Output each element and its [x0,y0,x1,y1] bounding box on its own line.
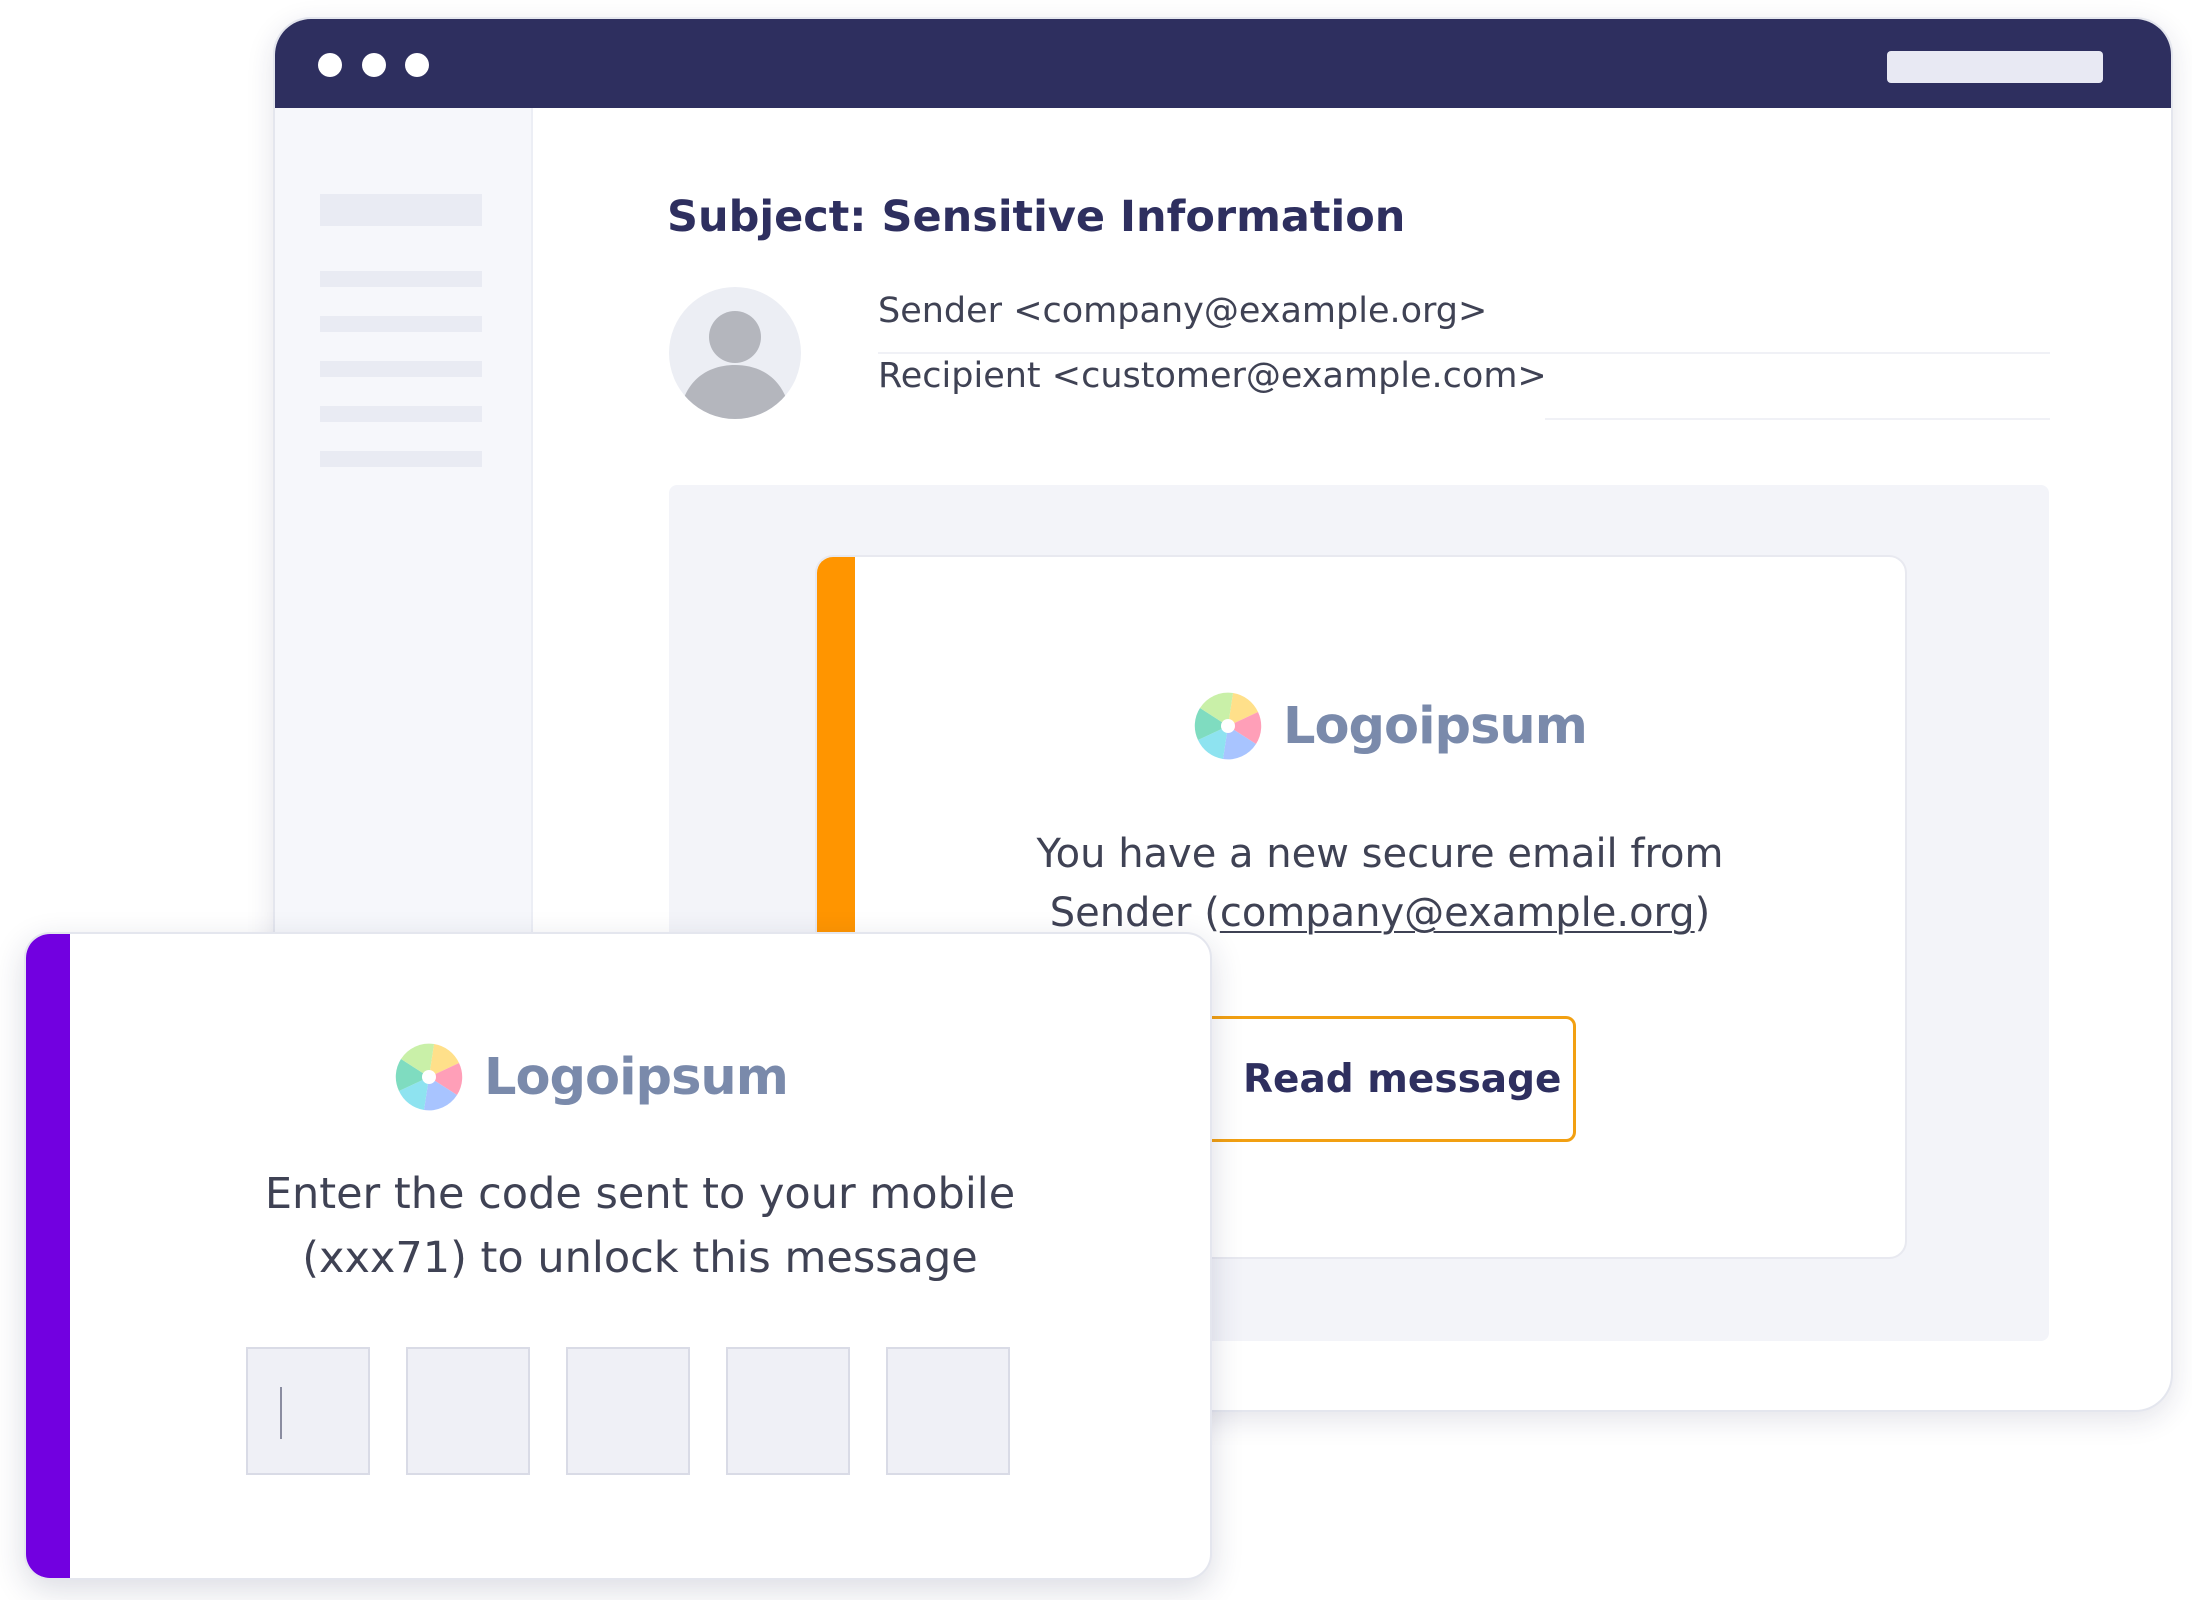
sidebar-item-placeholder[interactable] [320,361,482,377]
message-line: You have a new secure email from [1036,831,1724,877]
logo-mark-icon [1194,692,1262,760]
unlock-code-popup: Logoipsum Enter the code sent to your mo… [24,932,1212,1580]
instruction-line: Enter the code sent to your mobile [264,1169,1016,1219]
divider [878,352,2050,354]
sidebar-item-placeholder[interactable] [320,316,482,332]
sidebar-item-placeholder[interactable] [320,271,482,287]
unlock-instructions: Enter the code sent to your mobile (xxx7… [70,1162,1210,1290]
popup-accent-bar [26,934,70,1578]
secure-email-message: You have a new secure email from Sender … [855,825,1905,943]
avatar-icon [669,287,801,419]
sender-line: Sender <company@example.org> [878,291,1488,331]
window-dot-icon[interactable] [362,53,386,77]
window-dot-icon[interactable] [318,53,342,77]
recipient-line: Recipient <customer@example.com> [878,356,1547,396]
instruction-line: (xxx71) to unlock this message [302,1233,978,1283]
stage: Subject: Sensitive Information Sender <c… [0,0,2192,1600]
address-bar[interactable] [1887,51,2103,83]
code-digit-input-4[interactable] [726,1347,850,1475]
sidebar-item-placeholder[interactable] [320,451,482,467]
code-digit-input-2[interactable] [406,1347,530,1475]
sender-prefix: Sender ( [1049,890,1220,936]
code-digit-input-3[interactable] [566,1347,690,1475]
code-digit-input-5[interactable] [886,1347,1010,1475]
logo: Logoipsum [394,1040,789,1114]
divider [1545,418,2050,420]
email-subject: Subject: Sensitive Information [667,192,1406,242]
logo: Logoipsum [1193,689,1588,763]
sidebar-heading-placeholder [320,194,482,226]
sender-suffix: ) [1694,890,1711,936]
title-bar [275,19,2171,108]
logo-wordmark: Logoipsum [484,1047,789,1107]
code-digit-input-1[interactable] [246,1347,370,1475]
logo-wordmark: Logoipsum [1283,696,1588,756]
logo-mark-icon [395,1043,463,1111]
sender-email-link[interactable]: company@example.org [1220,890,1695,936]
sidebar-item-placeholder[interactable] [320,406,482,422]
window-dot-icon[interactable] [405,53,429,77]
text-caret [280,1387,282,1439]
